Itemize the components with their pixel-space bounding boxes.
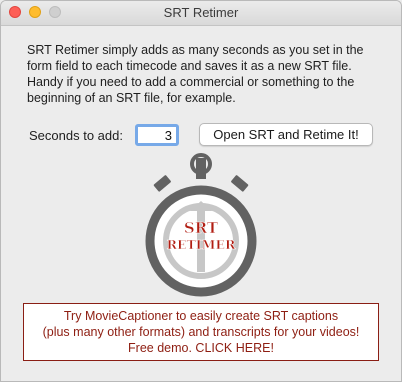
promo-line-2: (plus many other formats) and transcript… [42, 325, 360, 339]
seconds-input[interactable] [135, 124, 179, 146]
stopwatch-logo: SRT RETIMER [145, 153, 257, 297]
open-srt-retime-button[interactable]: Open SRT and Retime It! [199, 123, 373, 146]
promo-line-1: Try MovieCaptioner to easily create SRT … [63, 309, 339, 323]
promo-line-3: Free demo. CLICK HERE! [128, 341, 274, 355]
promo-text: Try MovieCaptioner to easily create SRT … [43, 308, 360, 356]
window-title: SRT Retimer [163, 5, 239, 20]
moviecaptioner-promo-link[interactable]: Try MovieCaptioner to easily create SRT … [23, 303, 379, 361]
logo-text-srt: SRT [184, 219, 219, 237]
description-text: SRT Retimer simply adds as many seconds … [27, 43, 364, 105]
logo-text-retimer: RETIMER [167, 237, 236, 252]
seconds-label: Seconds to add: [29, 128, 123, 143]
title-bar[interactable]: SRT Retimer [1, 1, 401, 26]
app-window: SRT Retimer SRT Retimer simply adds as m… [0, 0, 402, 382]
